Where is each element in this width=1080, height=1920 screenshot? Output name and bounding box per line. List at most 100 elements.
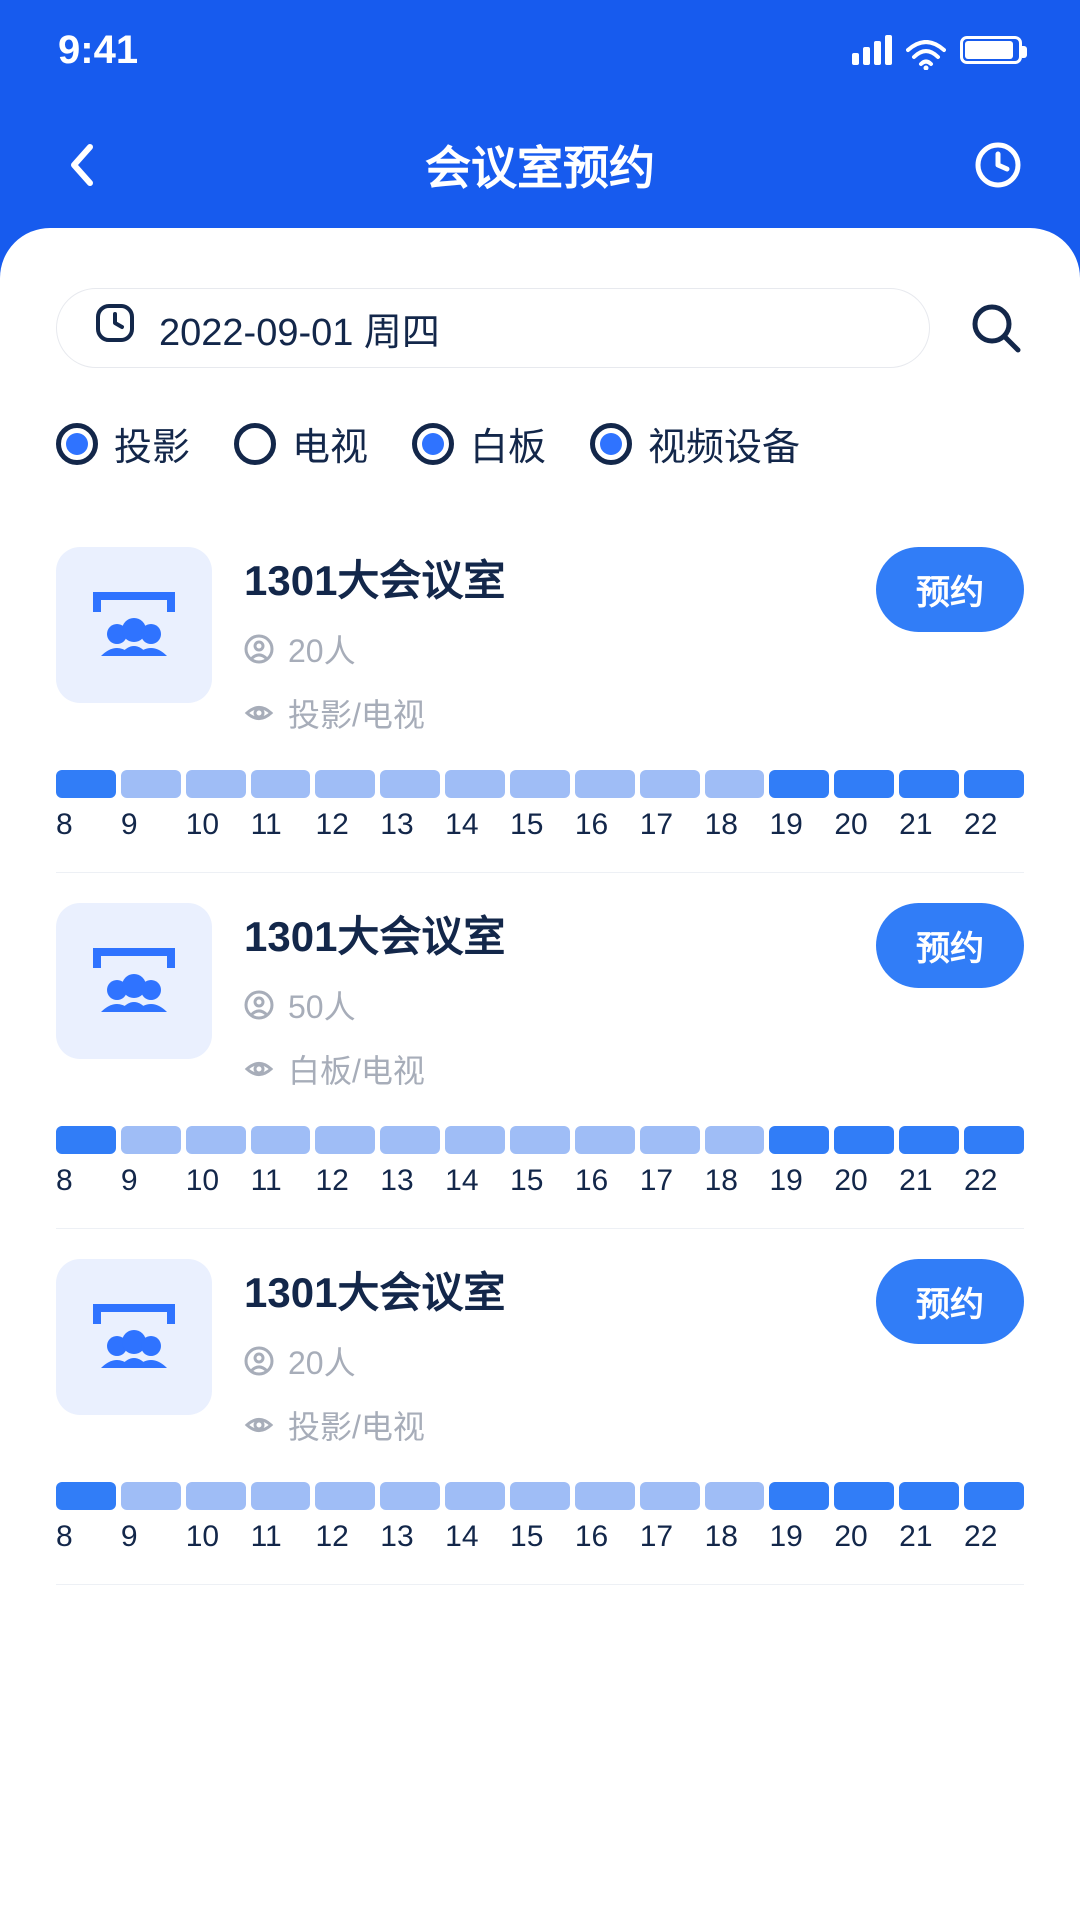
- hour-label: 19: [769, 1520, 829, 1554]
- time-slot[interactable]: [769, 770, 829, 798]
- room-card: 1301大会议室20人投影/电视预约8910111213141516171819…: [56, 517, 1024, 873]
- hour-label: 12: [315, 1164, 375, 1198]
- hour-label: 11: [251, 1520, 311, 1554]
- time-slot[interactable]: [705, 1126, 765, 1154]
- time-slot[interactable]: [899, 1126, 959, 1154]
- time-slot[interactable]: [315, 1482, 375, 1510]
- time-slot[interactable]: [769, 1482, 829, 1510]
- status-time: 9:41: [58, 28, 138, 73]
- time-slot[interactable]: [640, 1126, 700, 1154]
- time-slot[interactable]: [575, 770, 635, 798]
- hour-label: 21: [899, 1164, 959, 1198]
- time-slot[interactable]: [899, 1482, 959, 1510]
- book-button[interactable]: 预约: [876, 547, 1024, 632]
- room-capacity: 20人: [244, 626, 844, 672]
- search-button[interactable]: [968, 300, 1024, 356]
- hour-label: 16: [575, 808, 635, 842]
- time-slot[interactable]: [769, 1126, 829, 1154]
- book-button[interactable]: 预约: [876, 1259, 1024, 1344]
- hour-label: 12: [315, 808, 375, 842]
- time-slot[interactable]: [56, 1482, 116, 1510]
- hour-label: 18: [705, 808, 765, 842]
- battery-icon: [960, 36, 1022, 64]
- hour-label: 14: [445, 1164, 505, 1198]
- time-slot[interactable]: [121, 1126, 181, 1154]
- time-slot[interactable]: [834, 1482, 894, 1510]
- time-slot[interactable]: [575, 1482, 635, 1510]
- room-list: 1301大会议室20人投影/电视预约8910111213141516171819…: [56, 517, 1024, 1585]
- content-sheet: 2022-09-01 周四 投影 电视 白板 视频设备 1301大会议室 20人投…: [0, 228, 1080, 1920]
- hour-label: 17: [640, 808, 700, 842]
- time-slot[interactable]: [380, 1482, 440, 1510]
- time-slot[interactable]: [510, 1482, 570, 1510]
- time-slot[interactable]: [445, 1482, 505, 1510]
- filter-whiteboard[interactable]: 白板: [412, 416, 546, 471]
- hour-label: 18: [705, 1164, 765, 1198]
- time-slot[interactable]: [510, 770, 570, 798]
- time-slot[interactable]: [964, 770, 1024, 798]
- filter-projector[interactable]: 投影: [56, 416, 190, 471]
- hour-label: 12: [315, 1520, 375, 1554]
- time-slot[interactable]: [834, 1126, 894, 1154]
- time-slot[interactable]: [186, 770, 246, 798]
- room-name: 1301大会议室: [244, 547, 844, 608]
- room-name: 1301大会议室: [244, 1259, 844, 1320]
- hour-label: 15: [510, 808, 570, 842]
- clock-icon: [95, 303, 135, 353]
- hour-label: 8: [56, 1520, 116, 1554]
- hour-label: 22: [964, 1520, 1024, 1554]
- time-slot[interactable]: [251, 1482, 311, 1510]
- time-slot[interactable]: [445, 770, 505, 798]
- time-slot[interactable]: [964, 1126, 1024, 1154]
- hour-label: 21: [899, 808, 959, 842]
- hour-label: 10: [186, 808, 246, 842]
- hour-label: 8: [56, 808, 116, 842]
- hour-label: 22: [964, 808, 1024, 842]
- hour-label: 9: [121, 1164, 181, 1198]
- time-slot[interactable]: [445, 1126, 505, 1154]
- hour-label: 17: [640, 1520, 700, 1554]
- time-slot[interactable]: [575, 1126, 635, 1154]
- room-equip: 投影/电视: [244, 1402, 844, 1448]
- history-button[interactable]: [974, 141, 1022, 189]
- time-slot[interactable]: [186, 1482, 246, 1510]
- hour-label: 16: [575, 1520, 635, 1554]
- signal-icon: [852, 35, 892, 65]
- back-button[interactable]: [58, 141, 106, 189]
- hour-label: 19: [769, 1164, 829, 1198]
- radio-icon: [56, 423, 98, 465]
- time-slot[interactable]: [56, 1126, 116, 1154]
- date-picker[interactable]: 2022-09-01 周四: [56, 288, 930, 368]
- time-slot[interactable]: [251, 770, 311, 798]
- time-slot[interactable]: [834, 770, 894, 798]
- time-bar: 8910111213141516171819202122: [56, 1126, 1024, 1198]
- time-slot[interactable]: [56, 770, 116, 798]
- time-slot[interactable]: [121, 770, 181, 798]
- filter-tv[interactable]: 电视: [234, 416, 368, 471]
- time-slot[interactable]: [315, 1126, 375, 1154]
- room-card: 1301大会议室50人白板/电视预约8910111213141516171819…: [56, 873, 1024, 1229]
- hour-label: 15: [510, 1520, 570, 1554]
- time-slot[interactable]: [251, 1126, 311, 1154]
- wifi-icon: [906, 35, 946, 65]
- time-slot[interactable]: [640, 1482, 700, 1510]
- time-slot[interactable]: [121, 1482, 181, 1510]
- time-slot[interactable]: [380, 770, 440, 798]
- time-slot[interactable]: [705, 770, 765, 798]
- time-slot[interactable]: [315, 770, 375, 798]
- filter-video[interactable]: 视频设备: [590, 416, 800, 471]
- time-slot[interactable]: [380, 1126, 440, 1154]
- hour-label: 10: [186, 1520, 246, 1554]
- time-slot[interactable]: [964, 1482, 1024, 1510]
- time-slot[interactable]: [186, 1126, 246, 1154]
- time-slot[interactable]: [705, 1482, 765, 1510]
- hour-label: 19: [769, 808, 829, 842]
- time-slot[interactable]: [640, 770, 700, 798]
- book-button[interactable]: 预约: [876, 903, 1024, 988]
- hour-label: 13: [380, 1164, 440, 1198]
- page-title: 会议室预约: [106, 132, 974, 198]
- status-bar: 9:41: [0, 0, 1080, 100]
- time-slot[interactable]: [510, 1126, 570, 1154]
- time-slot[interactable]: [899, 770, 959, 798]
- time-bar: 8910111213141516171819202122: [56, 1482, 1024, 1554]
